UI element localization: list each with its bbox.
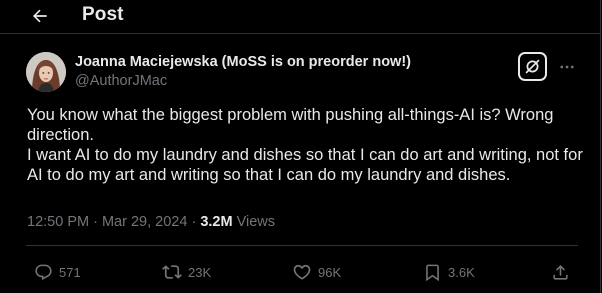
heart-icon — [293, 264, 311, 280]
arrow-left-icon — [32, 9, 47, 23]
avatar[interactable] — [26, 52, 66, 92]
post-date[interactable]: Mar 29, 2024 — [102, 214, 187, 230]
grok-button[interactable] — [518, 52, 547, 81]
post-meta: 12:50 PM · Mar 29, 2024 · 3.2M Views — [27, 214, 275, 230]
author-name[interactable]: Joanna Maciejewska (MoSS is on preorder … — [75, 54, 411, 70]
reply-count: 571 — [59, 264, 81, 280]
page-header: Post — [0, 0, 600, 33]
back-button[interactable] — [26, 2, 54, 30]
bookmark-icon — [426, 264, 439, 281]
meta-separator-2: · — [187, 214, 201, 230]
bookmark-count: 3.6K — [448, 264, 475, 280]
post-time[interactable]: 12:50 PM — [27, 214, 89, 230]
bookmark-button[interactable]: 3.6K — [423, 257, 475, 287]
post-page: Post Joanna Maciejewska (MoSS is on preo… — [0, 0, 601, 293]
repost-count: 23K — [188, 264, 212, 280]
more-options-button[interactable] — [556, 56, 578, 78]
share-button[interactable] — [551, 257, 570, 287]
post-text: You know what the biggest problem with p… — [27, 106, 583, 184]
grok-icon — [525, 59, 540, 74]
reply-button[interactable]: 571 — [34, 257, 81, 287]
page-title: Post — [82, 4, 124, 25]
action-bar: 571 23K 96K 3.6K — [0, 257, 600, 287]
repost-button[interactable]: 23K — [162, 257, 211, 287]
share-icon — [553, 264, 568, 280]
repost-icon — [162, 265, 182, 279]
reply-icon — [35, 264, 52, 280]
views-label: Views — [232, 214, 276, 230]
meta-separator: · — [89, 214, 102, 230]
views-count[interactable]: 3.2M — [200, 214, 232, 230]
actions-divider — [26, 245, 578, 246]
header-divider — [0, 33, 600, 34]
author-portrait — [26, 52, 66, 92]
like-count: 96K — [318, 264, 342, 280]
author-handle[interactable]: @AuthorJMac — [75, 73, 167, 89]
like-button[interactable]: 96K — [292, 257, 341, 287]
more-horizontal-icon — [560, 65, 574, 69]
